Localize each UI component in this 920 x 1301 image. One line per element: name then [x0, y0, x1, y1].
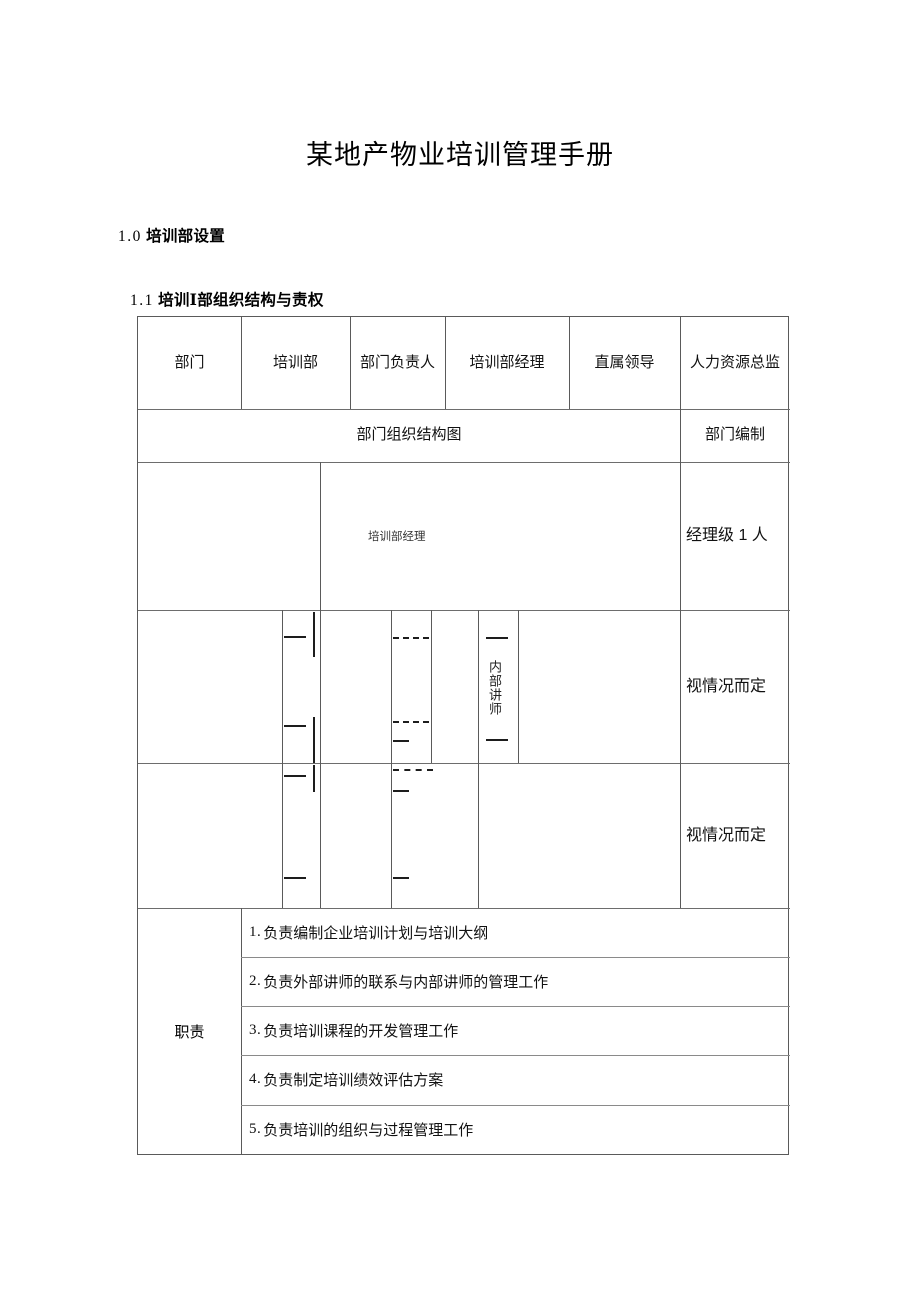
- section-number-1-1: 1.1: [130, 292, 154, 309]
- divider: [680, 409, 681, 462]
- responsibility-text: 负责培训的组织与过程管理工作: [263, 1122, 474, 1140]
- divider: [445, 317, 446, 409]
- responsibility-item: 3. 负责培训课程的开发管理工作: [241, 1006, 790, 1055]
- section-heading-1-1: 1.1 培训Ⅰ部组织结构与责权: [130, 288, 324, 310]
- divider: [680, 763, 681, 908]
- section-title-1-0: 培训部设置: [146, 228, 226, 245]
- org-connector-segment: [313, 717, 315, 763]
- org-node-internal-trainer: 内部讲师: [487, 660, 502, 716]
- org-connector-segment: [284, 636, 306, 638]
- divider: [320, 462, 321, 610]
- responsibility-item: 2. 负责外部讲师的联系与内部讲师的管理工作: [241, 957, 790, 1006]
- cell-org-chart-label: 部门组织结构图: [356, 426, 462, 444]
- divider: [680, 317, 681, 409]
- responsibility-item: 5. 负责培训的组织与过程管理工作: [241, 1105, 790, 1154]
- divider: [478, 610, 479, 763]
- divider: [282, 610, 283, 763]
- cell-supervisor-value: 人力资源总监: [680, 317, 790, 409]
- department-structure-table: 部门 培训部 部门负责人 培训部经理 直属领导 人力资源总监 部门组织结构图 部…: [137, 316, 790, 1155]
- cell-headcount-row-three: 视情况而定: [686, 826, 767, 844]
- cell-supervisor-label: 直属领导: [594, 353, 655, 371]
- divider: [320, 610, 321, 763]
- responsibility-text: 负责外部讲师的联系与内部讲师的管理工作: [263, 974, 549, 992]
- divider: [569, 317, 570, 409]
- org-connector-segment: [393, 790, 409, 792]
- responsibility-item: 1. 负责编制企业培训计划与培训大纲: [241, 908, 790, 957]
- responsibility-index: 4.: [249, 1071, 262, 1088]
- org-connector-segment: [313, 612, 315, 657]
- cell-supervisor-value-text: 人力资源总监: [689, 353, 780, 371]
- org-connector-segment: [486, 637, 508, 639]
- cell-responsibilities-label: 职责: [174, 1023, 205, 1041]
- divider: [241, 317, 242, 409]
- org-connector-segment: [393, 721, 429, 723]
- document-title: 某地产物业培训管理手册: [306, 140, 614, 170]
- org-connector-segment: [393, 877, 409, 879]
- divider: [282, 763, 283, 908]
- divider: [680, 610, 681, 763]
- responsibility-index: 2.: [249, 973, 262, 990]
- responsibility-text: 负责培训课程的开发管理工作: [263, 1023, 459, 1041]
- cell-dept-value: 培训部: [272, 353, 318, 371]
- divider: [350, 317, 351, 409]
- org-connector-segment: [393, 637, 429, 639]
- responsibility-item: 4. 负责制定培训绩效评估方案: [241, 1055, 790, 1104]
- responsibility-index: 1.: [249, 924, 262, 941]
- divider: [518, 610, 519, 763]
- responsibility-text: 负责制定培训绩效评估方案: [263, 1072, 444, 1090]
- responsibility-index: 5.: [249, 1121, 262, 1138]
- section-number-1-0: 1.0: [118, 228, 142, 245]
- divider: [391, 763, 392, 908]
- divider: [478, 763, 479, 908]
- section-heading-1-0: 1.0 培训部设置: [118, 224, 225, 246]
- cell-owner-label: 部门负责人: [350, 317, 445, 409]
- divider: [391, 610, 392, 763]
- divider: [320, 763, 321, 908]
- cell-dept-label: 部门: [174, 353, 205, 371]
- divider: [680, 462, 681, 610]
- org-connector-segment: [393, 769, 433, 771]
- org-node-manager: 培训部经理: [368, 531, 426, 543]
- cell-headcount-row-two: 视情况而定: [686, 677, 767, 695]
- responsibility-index: 3.: [249, 1022, 262, 1039]
- cell-owner-label-text: 部门负责人: [359, 353, 435, 371]
- org-connector-segment: [393, 740, 409, 742]
- section-title-1-1: 培训Ⅰ部组织结构与责权: [158, 292, 324, 309]
- org-connector-segment: [284, 775, 306, 777]
- org-connector-segment: [486, 739, 508, 741]
- org-connector-segment: [313, 765, 315, 792]
- cell-headcount-label: 部门编制: [704, 426, 765, 444]
- cell-headcount-manager: 经理级 1 人: [686, 527, 768, 544]
- divider: [431, 610, 432, 763]
- org-connector-segment: [284, 725, 306, 727]
- responsibility-text: 负责编制企业培训计划与培训大纲: [263, 925, 489, 943]
- cell-owner-value: 培训部经理: [469, 353, 545, 371]
- org-connector-segment: [284, 877, 306, 879]
- document-page: 某地产物业培训管理手册 1.0 培训部设置 1.1 培训Ⅰ部组织结构与责权 部门…: [0, 0, 920, 1301]
